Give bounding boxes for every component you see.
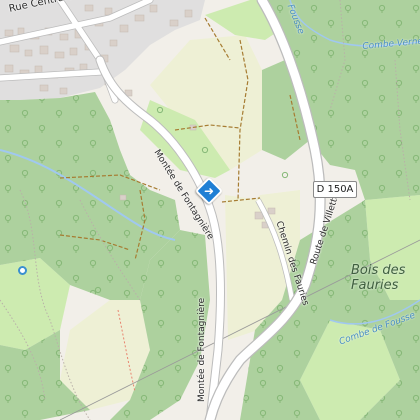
road-ref-shield: D 150A bbox=[313, 181, 357, 198]
circle-poi-icon[interactable] bbox=[18, 266, 27, 275]
label-montee-fontagniere-lower: Montée de Fontagnière bbox=[197, 297, 207, 402]
map-canvas[interactable] bbox=[0, 0, 420, 420]
map-view[interactable]: Rue Centrale Montée de Fontagnière Monté… bbox=[0, 0, 420, 420]
marker-arrow-glyph: ➜ bbox=[203, 184, 215, 198]
directions-diamond-icon[interactable]: ➜ bbox=[194, 176, 224, 206]
label-bois-des-fauries: Bois des Fauries bbox=[351, 263, 405, 293]
label-bois-des-fauries-line1: Bois des bbox=[351, 263, 406, 278]
label-bois-des-fauries-line2: Fauries bbox=[351, 278, 399, 293]
